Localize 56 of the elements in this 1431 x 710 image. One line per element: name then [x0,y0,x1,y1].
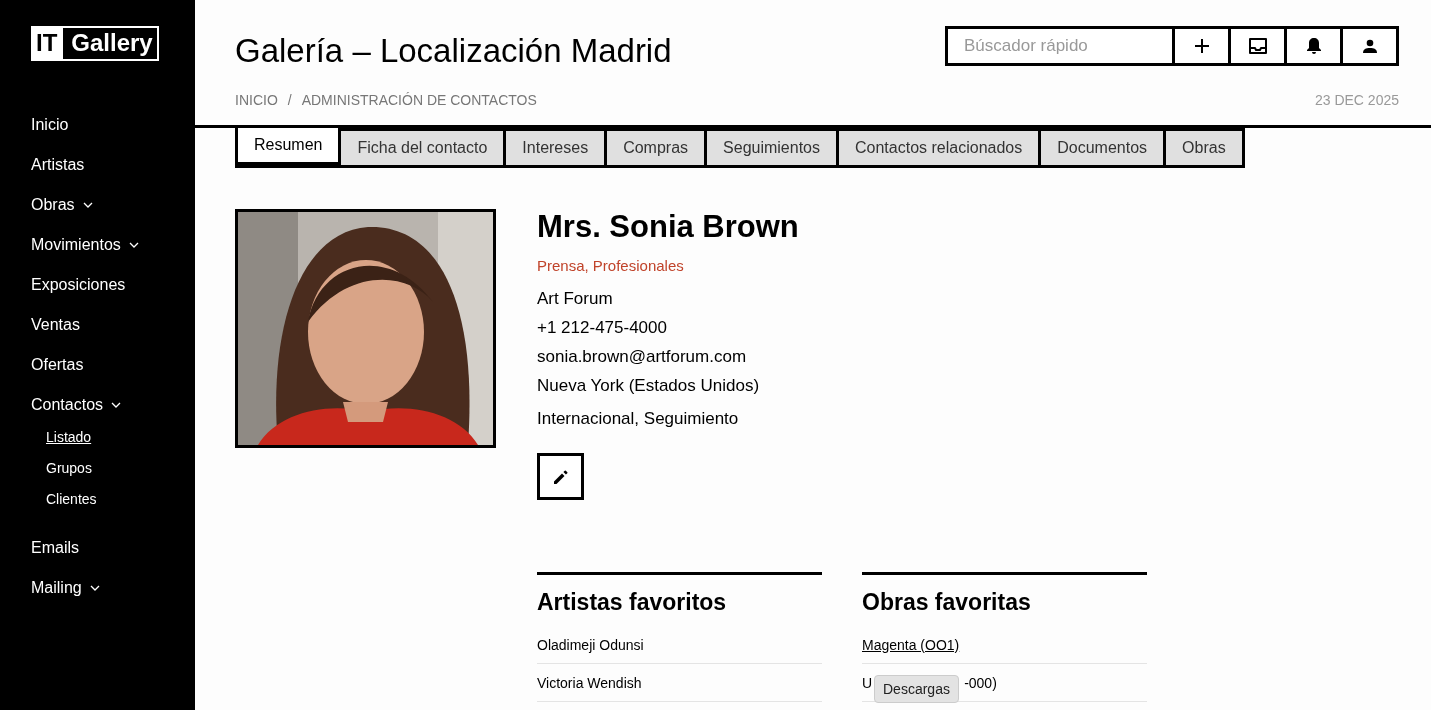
pencil-icon [551,467,570,486]
section-title: Artistas favoritos [537,589,728,616]
email: sonia.brown@artforum.com [537,346,748,368]
tab[interactable]: Documentos [1041,131,1164,165]
breadcrumb-link[interactable]: INICIO [235,92,278,108]
chevron-down-icon [89,585,100,591]
edit-button[interactable] [537,453,584,500]
nav-item[interactable]: Obras [31,185,195,225]
bell-icon [1305,37,1322,55]
nav-item[interactable]: Ofertas [31,345,195,385]
search-field[interactable]: Búscador rápido [945,26,1175,66]
nav-item[interactable]: Exposiciones [31,265,195,305]
inbox-icon [1247,37,1268,55]
user-button[interactable] [1340,26,1399,66]
contact-categories: Prensa, Profesionales [537,257,685,274]
artist-name: Victoria Wendish [537,674,642,691]
tab[interactable]: Ficha del contacto [341,131,504,165]
tab[interactable]: Seguimientos [707,131,836,165]
chevron-down-icon [111,402,122,408]
artist-name: Oladimeji Odunsi [537,636,644,653]
nav-item[interactable]: Inicio [31,105,195,145]
contact-tags: Internacional, Seguimiento [537,409,1147,429]
tooltip: Descargas [874,675,959,703]
page-title: Galería – Localización Madrid [235,32,672,70]
contact-name: Mrs. Sonia Brown [537,209,800,245]
phone: +1 212-475-4000 [537,317,668,339]
location: Nueva York (Estados Unidos) [537,375,761,397]
date: 23 DEC 2025 [1314,92,1399,108]
chevron-down-icon [82,202,93,208]
tab[interactable]: Resumen [238,128,339,162]
company: Art Forum [537,288,614,310]
breadcrumb-link[interactable]: ADMINISTRACIÓN DE CONTACTOS [301,92,537,108]
tab[interactable]: Obras [1166,131,1242,165]
nav-item[interactable]: Ventas [31,305,195,345]
nav-item[interactable]: Mailing [31,568,195,608]
nav-item[interactable]: Emails [31,528,195,568]
nav-item[interactable]: Contactos [31,385,195,425]
nav-subitem[interactable]: Grupos [46,460,195,491]
section-title: Obras favoritas [862,589,1032,616]
nav-item[interactable]: Movimientos [31,225,195,265]
artwork-link[interactable]: Magenta (OO1) [862,636,960,653]
user-icon [1362,39,1377,53]
artwork-text: U [862,674,873,691]
logo[interactable]: IT Gallery [31,26,159,61]
inbox-button[interactable] [1228,26,1287,66]
nav-subitem[interactable]: Clientes [46,491,195,522]
chevron-down-icon [128,242,139,248]
breadcrumb-separator: / [287,92,292,108]
tab[interactable]: Compras [607,131,705,165]
tab[interactable]: Contactos relacionados [839,131,1039,165]
nav-item[interactable]: Artistas [31,145,195,185]
artwork-text: -000) [964,674,997,691]
tab[interactable]: Intereses [506,131,605,165]
plus-icon [1193,38,1210,54]
notifications-button[interactable] [1284,26,1343,66]
nav-subitem[interactable]: Listado [46,429,195,460]
